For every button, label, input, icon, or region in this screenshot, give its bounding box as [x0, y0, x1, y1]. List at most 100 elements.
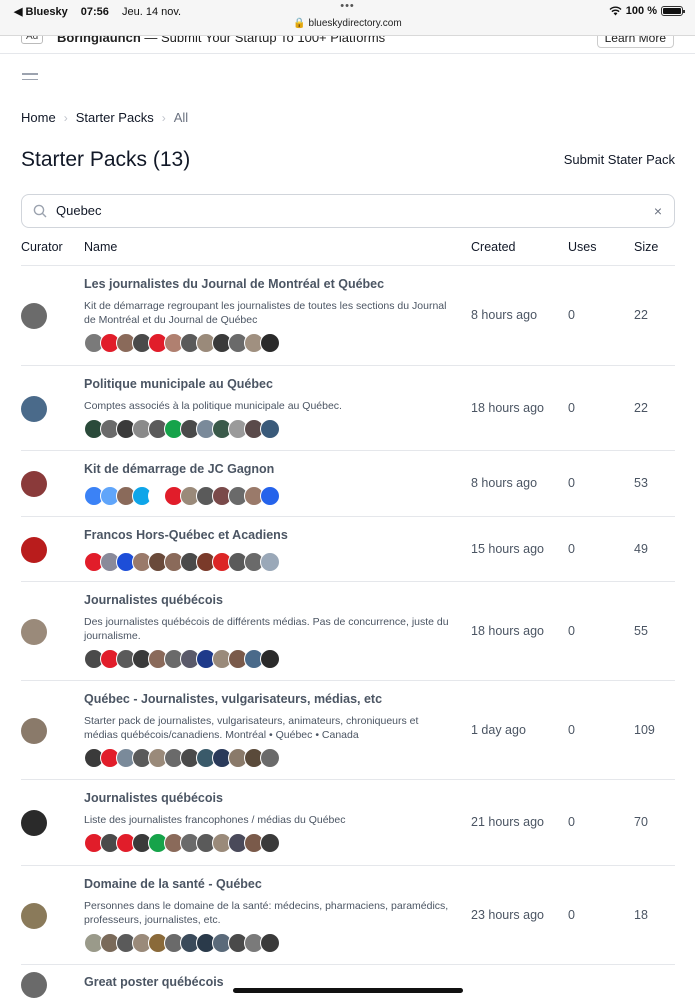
curator-avatar[interactable]	[21, 810, 47, 836]
member-avatars	[84, 333, 280, 353]
member-avatars	[84, 419, 280, 439]
member-avatar	[260, 552, 280, 572]
starter-pack-row[interactable]: Journalistes québécois Liste des journali…	[21, 780, 675, 866]
pack-size: 49	[634, 542, 648, 556]
pack-uses: 0	[568, 476, 575, 490]
ad-tagline: — Submit Your Startup To 100+ Platforms	[140, 36, 386, 45]
ad-text: Boringlaunch — Submit Your Startup To 10…	[57, 36, 385, 45]
pack-created: 23 hours ago	[471, 908, 544, 922]
curator-avatar[interactable]	[21, 303, 47, 329]
pack-uses: 0	[568, 624, 575, 638]
pack-description: Comptes associés à la politique municipa…	[84, 400, 342, 412]
curator-avatar[interactable]	[21, 396, 47, 422]
member-avatar	[260, 649, 280, 669]
pack-size: 53	[634, 476, 648, 490]
member-avatar	[260, 933, 280, 953]
member-avatars	[84, 649, 280, 669]
pack-uses: 0	[568, 723, 575, 737]
starter-pack-table: Les journalistes du Journal de Montréal …	[21, 266, 675, 1000]
pack-name[interactable]: Francos Hors-Québec et Acadiens	[84, 528, 288, 542]
breadcrumb: Home › Starter Packs › All	[21, 110, 188, 125]
member-avatar	[260, 333, 280, 353]
battery-icon	[661, 6, 685, 16]
column-name: Name	[84, 240, 118, 254]
starter-pack-row[interactable]: Great poster québécois	[21, 965, 675, 1000]
wifi-icon	[609, 6, 622, 16]
curator-avatar[interactable]	[21, 471, 47, 497]
ad-learn-more-button[interactable]: Learn More	[596, 36, 674, 48]
column-created: Created	[471, 240, 516, 254]
pack-name[interactable]: Les journalistes du Journal de Montréal …	[84, 277, 384, 291]
pack-size: 109	[634, 723, 655, 737]
pack-description: Liste des journalistes francophones / mé…	[84, 814, 346, 826]
starter-pack-row[interactable]: Francos Hors-Québec et Acadiens 15 hours …	[21, 517, 675, 582]
address-bar-url[interactable]: 🔒 blueskydirectory.com	[0, 18, 695, 29]
pack-uses: 0	[568, 815, 575, 829]
chevron-right-icon: ›	[161, 110, 166, 125]
pack-name[interactable]: Québec - Journalistes, vulgarisateurs, m…	[84, 692, 382, 706]
starter-pack-row[interactable]: Politique municipale au Québec Comptes as…	[21, 366, 675, 451]
column-uses: Uses	[568, 240, 597, 254]
pack-name[interactable]: Journalistes québécois	[84, 791, 223, 805]
breadcrumb-starter-packs[interactable]: Starter Packs	[76, 110, 154, 125]
starter-pack-row[interactable]: Québec - Journalistes, vulgarisateurs, m…	[21, 681, 675, 780]
member-avatar	[260, 748, 280, 768]
pack-created: 15 hours ago	[471, 542, 544, 556]
table-header: Curator Name Created Uses Size	[21, 240, 675, 266]
member-avatar	[260, 419, 280, 439]
pack-size: 70	[634, 815, 648, 829]
curator-avatar[interactable]	[21, 718, 47, 744]
pack-created: 8 hours ago	[471, 476, 538, 490]
pack-description: Starter pack de journalistes, vulgarisat…	[84, 715, 419, 741]
column-size: Size	[634, 240, 659, 254]
status-right: 100 %	[609, 5, 685, 17]
pack-name[interactable]: Domaine de la santé - Québec	[84, 877, 262, 891]
starter-pack-row[interactable]: Journalistes québécois Des journalistes q…	[21, 582, 675, 681]
page-title: Starter Packs (13)	[21, 148, 191, 171]
pack-uses: 0	[568, 308, 575, 322]
battery-fill	[663, 8, 681, 14]
member-avatars	[84, 833, 280, 853]
curator-avatar[interactable]	[21, 619, 47, 645]
curator-avatar[interactable]	[21, 537, 47, 563]
column-curator: Curator	[21, 240, 63, 254]
pack-description: Kit de démarrage regroupant les journali…	[84, 300, 447, 326]
starter-pack-row[interactable]: Les journalistes du Journal de Montréal …	[21, 266, 675, 366]
pack-uses: 0	[568, 401, 575, 415]
home-indicator[interactable]	[233, 988, 463, 993]
member-avatar	[260, 486, 280, 506]
multitask-dots-icon[interactable]: •••	[0, 0, 695, 12]
curator-avatar[interactable]	[21, 903, 47, 929]
ad-badge: Ad	[21, 36, 44, 44]
pack-created: 18 hours ago	[471, 624, 544, 638]
ad-banner[interactable]: Ad Boringlaunch — Submit Your Startup To…	[0, 36, 695, 54]
pack-size: 22	[634, 401, 648, 415]
curator-avatar[interactable]	[21, 972, 47, 998]
member-avatar	[260, 833, 280, 853]
pack-uses: 0	[568, 542, 575, 556]
battery-percent: 100 %	[625, 5, 657, 17]
member-avatars	[84, 486, 280, 506]
pack-name[interactable]: Journalistes québécois	[84, 593, 223, 607]
status-bar: ◀ Bluesky 07:56 Jeu. 14 nov. ••• 🔒 blues…	[0, 0, 695, 36]
submit-starter-pack-button[interactable]: Submit Stater Pack	[564, 152, 675, 167]
pack-size: 55	[634, 624, 648, 638]
search-box[interactable]: ×	[21, 194, 675, 228]
member-avatars	[84, 552, 280, 572]
search-input[interactable]	[56, 203, 616, 218]
menu-icon[interactable]	[22, 73, 38, 83]
pack-uses: 0	[568, 908, 575, 922]
pack-created: 1 day ago	[471, 723, 526, 737]
pack-description: Des journalistes québécois de différents…	[84, 616, 449, 642]
pack-description: Personnes dans le domaine de la santé: m…	[84, 900, 449, 926]
breadcrumb-current: All	[173, 110, 189, 125]
member-avatars	[84, 933, 280, 953]
starter-pack-row[interactable]: Kit de démarrage de JC Gagnon 8 hours ago…	[21, 451, 675, 517]
pack-name[interactable]: Kit de démarrage de JC Gagnon	[84, 462, 274, 476]
pack-name[interactable]: Great poster québécois	[84, 975, 224, 989]
breadcrumb-home[interactable]: Home	[21, 110, 56, 125]
pack-name[interactable]: Politique municipale au Québec	[84, 377, 273, 391]
ad-brand: Boringlaunch	[57, 36, 141, 45]
starter-pack-row[interactable]: Domaine de la santé - Québec Personnes da…	[21, 866, 675, 965]
clear-search-icon[interactable]: ×	[654, 203, 662, 219]
